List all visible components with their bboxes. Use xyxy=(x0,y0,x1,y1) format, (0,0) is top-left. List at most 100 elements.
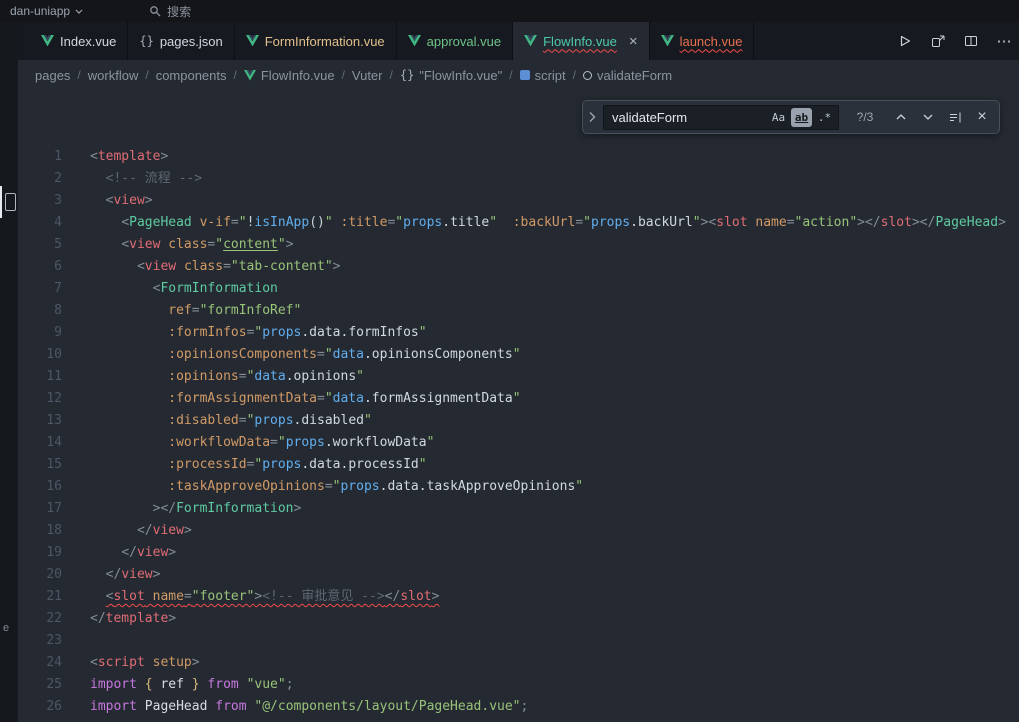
code-text: :disabled="props.disabled" xyxy=(62,410,372,432)
code-line[interactable]: 21 <slot name="footer"><!-- 审批意见 --></sl… xyxy=(18,586,1019,608)
code-line[interactable]: 25import { ref } from "vue"; xyxy=(18,674,1019,696)
code-text: <script setup> xyxy=(62,652,200,674)
explorer-icon[interactable] xyxy=(5,193,16,211)
code-text: :formInfos="props.data.formInfos" xyxy=(62,322,427,344)
code-line[interactable]: 3 <view> xyxy=(18,190,1019,212)
title-bar: dan-uniapp 搜索 xyxy=(0,0,1019,22)
find-widget: validateForm Aa ab .* ?/3 × xyxy=(582,100,1000,134)
code-line[interactable]: 24<script setup> xyxy=(18,652,1019,674)
symbol-method-icon xyxy=(583,71,592,80)
code-line[interactable]: 18 </view> xyxy=(18,520,1019,542)
close-find-widget-button[interactable]: × xyxy=(972,106,992,128)
line-number: 12 xyxy=(18,388,62,410)
code-editor[interactable]: validateForm Aa ab .* ?/3 × xyxy=(18,90,1019,722)
code-line[interactable]: 13 :disabled="props.disabled" xyxy=(18,410,1019,432)
code-line[interactable]: 22</template> xyxy=(18,608,1019,630)
breadcrumb-item-script[interactable]: script xyxy=(520,68,566,83)
breadcrumb-item-pages[interactable]: pages xyxy=(35,68,70,83)
code-line[interactable]: 11 :opinions="data.opinions" xyxy=(18,366,1019,388)
code-area[interactable]: 1<template>2 <!-- 流程 -->3 <view>4 <PageH… xyxy=(18,90,1019,718)
code-line[interactable]: 10 :opinionsComponents="data.opinionsCom… xyxy=(18,344,1019,366)
tab-flowinfo-vue[interactable]: FlowInfo.vue × xyxy=(513,22,649,60)
toggle-replace-chevron-icon[interactable] xyxy=(588,111,596,123)
code-text: :workflowData="props.workflowData" xyxy=(62,432,434,454)
breadcrumb-separator: / xyxy=(390,68,393,82)
vue-icon xyxy=(661,35,674,47)
tab-label: Index.vue xyxy=(60,34,116,49)
code-line[interactable]: 20 </view> xyxy=(18,564,1019,586)
code-line[interactable]: 15 :processId="props.data.processId" xyxy=(18,454,1019,476)
more-actions-button[interactable]: ⋯ xyxy=(995,32,1013,50)
line-number: 15 xyxy=(18,454,62,476)
line-number: 11 xyxy=(18,366,62,388)
tab-pages-json[interactable]: {} pages.json xyxy=(128,22,234,60)
code-line[interactable]: 4 <PageHead v-if="!isInApp()" :title="pr… xyxy=(18,212,1019,234)
find-query-text: validateForm xyxy=(612,110,766,125)
tab-label: launch.vue xyxy=(680,34,743,49)
breadcrumb-item-module[interactable]: {} "FlowInfo.vue" xyxy=(400,68,502,83)
code-text: :opinionsComponents="data.opinionsCompon… xyxy=(62,344,521,366)
whole-word-toggle[interactable]: ab xyxy=(791,108,812,127)
breadcrumb-item-workflow[interactable]: workflow xyxy=(88,68,139,83)
breadcrumb-item-file[interactable]: FlowInfo.vue xyxy=(244,68,335,83)
open-changes-button[interactable] xyxy=(929,32,947,50)
code-line[interactable]: 23 xyxy=(18,630,1019,652)
regex-toggle[interactable]: .* xyxy=(814,108,835,127)
code-line[interactable]: 6 <view class="tab-content"> xyxy=(18,256,1019,278)
code-line[interactable]: 17 ></FormInformation> xyxy=(18,498,1019,520)
code-line[interactable]: 5 <view class="content"> xyxy=(18,234,1019,256)
code-line[interactable]: 7 <FormInformation xyxy=(18,278,1019,300)
breadcrumb-item-validateform[interactable]: validateForm xyxy=(583,68,672,83)
play-icon xyxy=(898,34,912,48)
code-text: <slot name="footer"><!-- 审批意见 --></slot> xyxy=(62,586,439,608)
code-text: ></FormInformation> xyxy=(62,498,301,520)
code-line[interactable]: 26import PageHead from "@/components/lay… xyxy=(18,696,1019,718)
previous-match-button[interactable] xyxy=(891,106,911,128)
tab-label: approval.vue xyxy=(427,34,501,49)
line-number: 17 xyxy=(18,498,62,520)
line-number: 26 xyxy=(18,696,62,718)
next-match-button[interactable] xyxy=(918,106,938,128)
line-number: 21 xyxy=(18,586,62,608)
code-line[interactable]: 19 </view> xyxy=(18,542,1019,564)
code-text: :formAssignmentData="data.formAssignment… xyxy=(62,388,521,410)
breadcrumb-item-components[interactable]: components xyxy=(156,68,227,83)
code-line[interactable]: 16 :taskApproveOpinions="props.data.task… xyxy=(18,476,1019,498)
workspace-menu[interactable]: dan-uniapp xyxy=(4,0,89,22)
tab-launch-vue[interactable]: launch.vue xyxy=(650,22,755,60)
command-center-search[interactable]: 搜索 xyxy=(141,2,231,21)
tab-index-vue[interactable]: Index.vue xyxy=(30,22,128,60)
find-input[interactable]: validateForm Aa ab .* xyxy=(603,105,839,130)
code-text: </view> xyxy=(62,520,192,542)
find-in-selection-button[interactable] xyxy=(945,106,965,128)
match-case-toggle[interactable]: Aa xyxy=(768,108,789,127)
line-number: 6 xyxy=(18,256,62,278)
tab-forminformation-vue[interactable]: FormInformation.vue xyxy=(235,22,397,60)
run-button[interactable] xyxy=(896,32,914,50)
code-text: <view class="content"> xyxy=(62,234,294,256)
code-text: </view> xyxy=(62,564,160,586)
line-number: 13 xyxy=(18,410,62,432)
close-tab-icon[interactable]: × xyxy=(629,34,638,49)
code-text: <template> xyxy=(62,146,168,168)
breadcrumb-item-vuter[interactable]: Vuter xyxy=(352,68,383,83)
code-text: <FormInformation xyxy=(62,278,278,300)
code-line[interactable]: 2 <!-- 流程 --> xyxy=(18,168,1019,190)
search-label: 搜索 xyxy=(167,3,191,20)
code-line[interactable]: 14 :workflowData="props.workflowData" xyxy=(18,432,1019,454)
line-number: 8 xyxy=(18,300,62,322)
tab-bar: Index.vue {} pages.json FormInformation.… xyxy=(18,22,1019,60)
code-text: <view class="tab-content"> xyxy=(62,256,340,278)
tab-approval-vue[interactable]: approval.vue xyxy=(397,22,513,60)
breadcrumb-separator: / xyxy=(573,68,576,82)
split-editor-button[interactable] xyxy=(962,32,980,50)
line-number: 1 xyxy=(18,146,62,168)
breadcrumb: pages / workflow / components / FlowInfo… xyxy=(18,60,1019,90)
chevron-down-icon xyxy=(922,113,934,121)
code-line[interactable]: 12 :formAssignmentData="data.formAssignm… xyxy=(18,388,1019,410)
code-text: <PageHead v-if="!isInApp()" :title="prop… xyxy=(62,212,1006,234)
code-line[interactable]: 1<template> xyxy=(18,146,1019,168)
code-line[interactable]: 9 :formInfos="props.data.formInfos" xyxy=(18,322,1019,344)
editor-group: Index.vue {} pages.json FormInformation.… xyxy=(18,22,1019,722)
code-line[interactable]: 8 ref="formInfoRef" xyxy=(18,300,1019,322)
